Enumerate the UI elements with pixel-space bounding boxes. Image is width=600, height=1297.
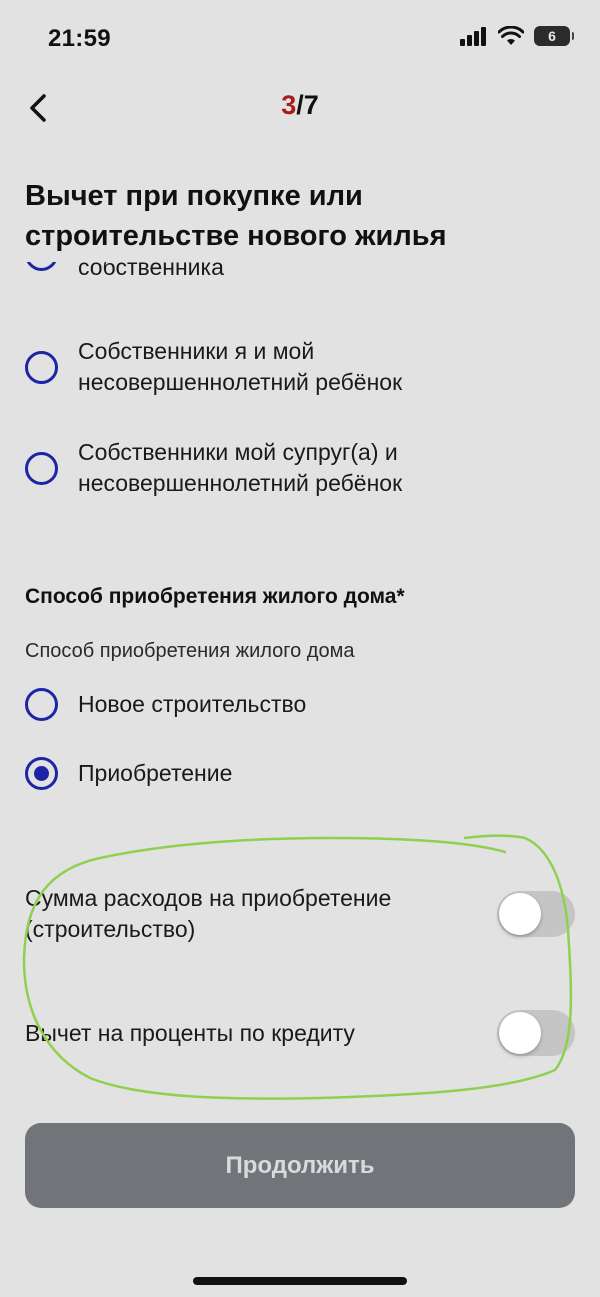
radio-button[interactable]: [25, 451, 58, 485]
toggle-row-interest: Вычет на проценты по кредиту: [25, 1010, 575, 1056]
radio-option-owner-self[interactable]: собственника: [25, 262, 585, 283]
radio-option-new-construction[interactable]: Новое строительство: [25, 688, 585, 721]
radio-button-selected[interactable]: [25, 757, 58, 790]
expenses-toggle[interactable]: [497, 891, 575, 937]
toggle-knob: [499, 1012, 541, 1054]
radio-option-owner-spouse-child[interactable]: Собственники мой супруг(а) и несовершенн…: [25, 437, 585, 499]
toggle-row-expenses: Сумма расходов на приобретение (строител…: [25, 883, 575, 945]
step-separator: /: [296, 90, 304, 120]
wifi-icon: [498, 26, 524, 45]
toggle-label: Сумма расходов на приобретение (строител…: [25, 885, 392, 942]
home-indicator: [193, 1277, 407, 1285]
toggle-knob: [499, 893, 541, 935]
status-icons: 6: [460, 26, 574, 46]
radio-button[interactable]: [25, 350, 58, 384]
radio-option-owner-me-child[interactable]: Собственники я и мой несовершеннолетний …: [25, 336, 585, 398]
radio-label: собственника: [78, 262, 224, 280]
status-bar: 21:59 6: [0, 0, 600, 80]
radio-label: Приобретение: [78, 760, 233, 786]
nav-header: 3/7: [0, 80, 600, 136]
radio-label: Новое строительство: [78, 691, 307, 717]
battery-level: 6: [548, 28, 556, 44]
toggle-label: Вычет на проценты по кредиту: [25, 1019, 355, 1046]
radio-option-purchase[interactable]: Приобретение: [25, 757, 585, 790]
continue-button[interactable]: Продолжить: [25, 1123, 575, 1208]
step-indicator: 3/7: [0, 90, 600, 121]
radio-button[interactable]: [25, 688, 58, 721]
acquisition-heading: Способ приобретения жилого дома*: [25, 585, 405, 608]
radio-button[interactable]: [25, 262, 58, 271]
form-scroll-area[interactable]: собственника Собственники я и мой несове…: [0, 262, 600, 1102]
step-current: 3: [281, 90, 297, 120]
cellular-signal-icon: [460, 27, 486, 46]
interest-toggle[interactable]: [497, 1010, 575, 1056]
page-title: Вычет при покупке или строительстве ново…: [25, 180, 447, 252]
step-total: 7: [303, 90, 319, 120]
radio-label: Собственники мой супруг(а) и несовершенн…: [78, 439, 403, 496]
status-time: 21:59: [48, 25, 111, 52]
acquisition-sublabel: Способ приобретения жилого дома: [25, 640, 355, 662]
battery-icon: 6: [534, 26, 574, 46]
radio-label: Собственники я и мой несовершеннолетний …: [78, 338, 403, 395]
